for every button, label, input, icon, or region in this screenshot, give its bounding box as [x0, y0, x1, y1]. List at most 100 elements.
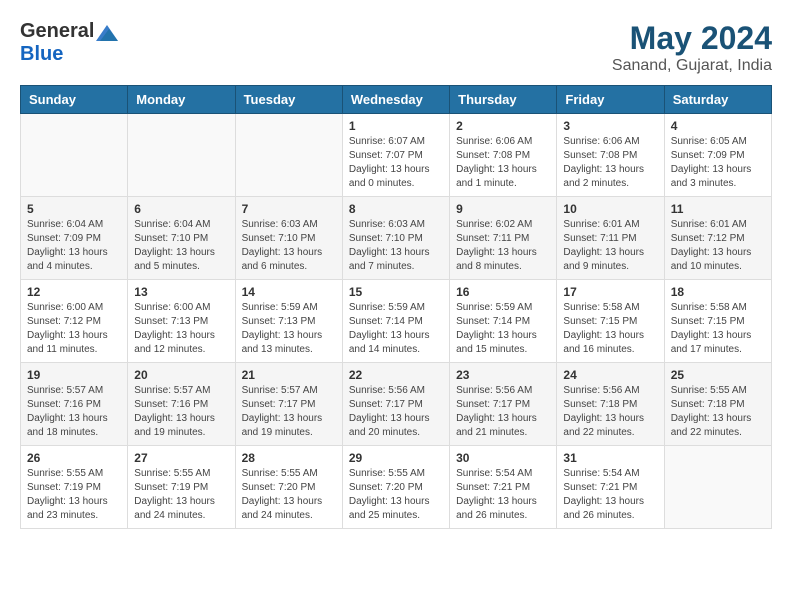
calendar-day-cell: 31Sunrise: 5:54 AMSunset: 7:21 PMDayligh… [557, 446, 664, 529]
day-number: 17 [563, 285, 657, 299]
day-number: 16 [456, 285, 550, 299]
day-info-line: and 13 minutes. [242, 344, 313, 355]
day-info-line: Sunrise: 6:03 AM [242, 219, 318, 230]
day-number: 8 [349, 202, 443, 216]
day-info-line: and 22 minutes. [671, 427, 742, 438]
day-info-line: Sunset: 7:12 PM [27, 316, 101, 327]
day-info-line: Sunset: 7:08 PM [456, 150, 530, 161]
day-info-line: Sunrise: 5:59 AM [456, 302, 532, 313]
day-info-line: and 17 minutes. [671, 344, 742, 355]
day-info: Sunrise: 6:06 AMSunset: 7:08 PMDaylight:… [456, 135, 550, 191]
calendar-day-cell: 23Sunrise: 5:56 AMSunset: 7:17 PMDayligh… [450, 363, 557, 446]
day-info-line: Sunrise: 5:57 AM [134, 385, 210, 396]
logo-general: General [20, 20, 94, 43]
calendar-day-cell: 13Sunrise: 6:00 AMSunset: 7:13 PMDayligh… [128, 280, 235, 363]
day-number: 30 [456, 451, 550, 465]
day-number: 10 [563, 202, 657, 216]
day-info: Sunrise: 5:55 AMSunset: 7:20 PMDaylight:… [242, 467, 336, 523]
day-info-line: Daylight: 13 hours [671, 247, 752, 258]
day-number: 5 [27, 202, 121, 216]
calendar-day-cell: 20Sunrise: 5:57 AMSunset: 7:16 PMDayligh… [128, 363, 235, 446]
day-info-line: Sunrise: 6:00 AM [27, 302, 103, 313]
day-info-line: Sunset: 7:20 PM [349, 482, 423, 493]
weekday-header-tuesday: Tuesday [235, 86, 342, 114]
day-info-line: Sunset: 7:18 PM [563, 399, 637, 410]
day-info-line: Daylight: 13 hours [349, 330, 430, 341]
day-info-line: Sunset: 7:17 PM [456, 399, 530, 410]
calendar-day-cell: 11Sunrise: 6:01 AMSunset: 7:12 PMDayligh… [664, 197, 771, 280]
calendar-day-cell: 29 Sunrise: 5:55 AMSunset: 7:20 PMDayligh… [342, 446, 449, 529]
day-info: Sunrise: 5:54 AMSunset: 7:21 PMDaylight:… [456, 467, 550, 523]
calendar-day-cell: 27Sunrise: 5:55 AMSunset: 7:19 PMDayligh… [128, 446, 235, 529]
day-info-line: Daylight: 13 hours [671, 330, 752, 341]
day-info-line: Sunset: 7:09 PM [671, 150, 745, 161]
day-info: Sunrise: 6:06 AMSunset: 7:08 PMDaylight:… [563, 135, 657, 191]
day-info: Sunrise: 5:57 AMSunset: 7:17 PMDaylight:… [242, 384, 336, 440]
calendar-table: SundayMondayTuesdayWednesdayThursdayFrid… [20, 85, 772, 529]
day-info-line: Daylight: 13 hours [134, 330, 215, 341]
day-info-line: Sunset: 7:14 PM [456, 316, 530, 327]
calendar-day-cell: 19Sunrise: 5:57 AMSunset: 7:16 PMDayligh… [21, 363, 128, 446]
weekday-header-wednesday: Wednesday [342, 86, 449, 114]
calendar-day-cell: 10Sunrise: 6:01 AMSunset: 7:11 PMDayligh… [557, 197, 664, 280]
day-info-line: and 19 minutes. [134, 427, 205, 438]
day-info-line: Sunrise: 5:59 AM [349, 302, 425, 313]
day-info-line: Daylight: 13 hours [456, 247, 537, 258]
calendar-header-row: SundayMondayTuesdayWednesdayThursdayFrid… [21, 86, 772, 114]
day-info-line: Sunset: 7:13 PM [242, 316, 316, 327]
day-number: 27 [134, 451, 228, 465]
calendar-day-cell: 26Sunrise: 5:55 AMSunset: 7:19 PMDayligh… [21, 446, 128, 529]
day-info-line: and 14 minutes. [349, 344, 420, 355]
day-info-line: Sunset: 7:12 PM [671, 233, 745, 244]
day-info-line: and 3 minutes. [671, 178, 737, 189]
day-info-line: Sunrise: 5:59 AM [242, 302, 318, 313]
calendar-day-cell: 4Sunrise: 6:05 AMSunset: 7:09 PMDaylight… [664, 114, 771, 197]
logo-blue: Blue [20, 43, 63, 65]
weekday-header-saturday: Saturday [664, 86, 771, 114]
day-info-line: and 24 minutes. [134, 510, 205, 521]
calendar-empty-cell [128, 114, 235, 197]
day-info-line: Sunset: 7:21 PM [456, 482, 530, 493]
location-title: Sanand, Gujarat, India [612, 57, 772, 75]
day-info-line: Sunrise: 6:02 AM [456, 219, 532, 230]
day-info-line: Sunrise: 5:58 AM [671, 302, 747, 313]
day-info-line: Sunset: 7:10 PM [349, 233, 423, 244]
day-info-line: Sunrise: 5:54 AM [456, 468, 532, 479]
day-info-line: Sunset: 7:10 PM [134, 233, 208, 244]
day-number: 29 [349, 451, 443, 465]
day-info: Sunrise: 5:55 AMSunset: 7:20 PMDaylight:… [349, 467, 443, 523]
logo: General Blue [20, 20, 118, 66]
day-info-line: Sunrise: 5:57 AM [27, 385, 103, 396]
calendar-day-cell: 21Sunrise: 5:57 AMSunset: 7:17 PMDayligh… [235, 363, 342, 446]
calendar-day-cell: 24Sunrise: 5:56 AMSunset: 7:18 PMDayligh… [557, 363, 664, 446]
calendar-empty-cell [664, 446, 771, 529]
day-info: Sunrise: 5:58 AMSunset: 7:15 PMDaylight:… [563, 301, 657, 357]
day-info-line: and 2 minutes. [563, 178, 629, 189]
day-info-line: and 7 minutes. [349, 261, 415, 272]
month-title: May 2024 [612, 20, 772, 57]
day-info-line: and 18 minutes. [27, 427, 98, 438]
day-info-line: Sunset: 7:19 PM [134, 482, 208, 493]
day-info-line: Sunrise: 5:56 AM [456, 385, 532, 396]
day-info-line: Sunset: 7:14 PM [349, 316, 423, 327]
day-info-line: Sunrise: 6:04 AM [134, 219, 210, 230]
calendar-week-row: 5Sunrise: 6:04 AMSunset: 7:09 PMDaylight… [21, 197, 772, 280]
day-info: Sunrise: 5:59 AM Sunset: 7:14 PM Daylight:… [349, 301, 443, 357]
day-info-line: and 16 minutes. [563, 344, 634, 355]
day-info-line: Sunrise: 5:55 AM [671, 385, 747, 396]
calendar-day-cell: 30Sunrise: 5:54 AMSunset: 7:21 PMDayligh… [450, 446, 557, 529]
calendar-day-cell: 8Sunrise: 6:03 AMSunset: 7:10 PMDaylight… [342, 197, 449, 280]
day-info-line: Sunrise: 6:00 AM [134, 302, 210, 313]
day-info-line: Daylight: 13 hours [671, 164, 752, 175]
day-info-line: Sunrise: 6:07 AM [349, 136, 425, 147]
day-number: 23 [456, 368, 550, 382]
day-info-line: Daylight: 13 hours [563, 247, 644, 258]
day-number: 31 [563, 451, 657, 465]
day-number: 11 [671, 202, 765, 216]
day-info: Sunrise: 5:59 AMSunset: 7:13 PMDaylight:… [242, 301, 336, 357]
calendar-day-cell: 1Sunrise: 6:07 AMSunset: 7:07 PMDaylight… [342, 114, 449, 197]
day-number: 15 [349, 285, 443, 299]
day-info: Sunrise: 5:57 AMSunset: 7:16 PMDaylight:… [134, 384, 228, 440]
day-info-line: Sunset: 7:20 PM [242, 482, 316, 493]
day-info-line: Daylight: 13 hours [134, 496, 215, 507]
